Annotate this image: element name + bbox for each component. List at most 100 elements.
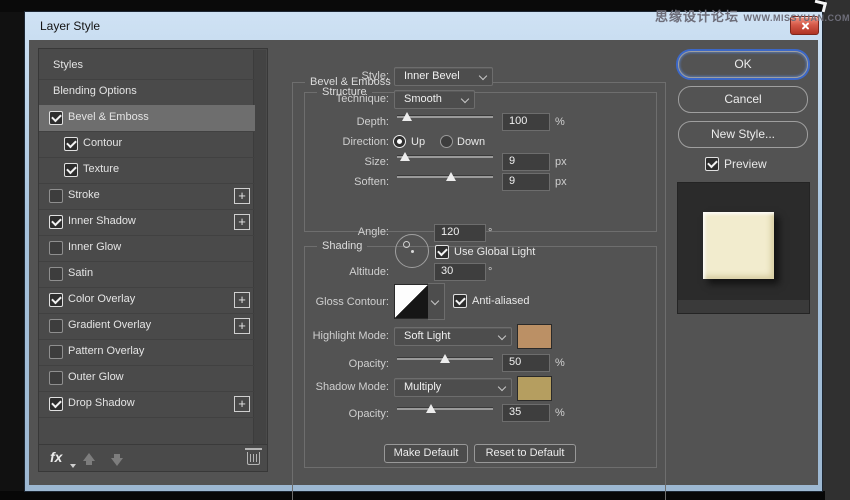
add-effect-icon[interactable]: + xyxy=(234,318,250,334)
soften-input[interactable]: 9 xyxy=(502,173,550,191)
depth-label: Depth: xyxy=(297,116,389,128)
highlight-opacity-input[interactable]: 50 xyxy=(502,354,550,372)
dial-angle-marker xyxy=(403,241,410,248)
direction-up-label: Up xyxy=(411,136,425,148)
angle-dial[interactable] xyxy=(395,234,429,268)
altitude-input[interactable]: 30 xyxy=(434,263,486,281)
slider-track xyxy=(397,407,493,410)
sidebar-item-color-overlay[interactable]: Color Overlay+ xyxy=(39,287,255,314)
sidebar-item-drop-shadow[interactable]: Drop Shadow + xyxy=(39,391,255,418)
new-style-button[interactable]: New Style... xyxy=(678,121,808,148)
shadow-mode-dropdown[interactable]: Multiply xyxy=(394,378,512,397)
slider-thumb[interactable] xyxy=(426,404,436,413)
move-effect-up-icon[interactable] xyxy=(83,453,95,461)
slider-track xyxy=(397,155,493,158)
fx-caret-icon xyxy=(70,464,76,468)
sidebar-item-gradient-overlay[interactable]: Gradient Overlay+ xyxy=(39,313,255,340)
effect-checkbox[interactable] xyxy=(49,293,63,307)
style-value: Inner Bevel xyxy=(404,70,460,82)
sidebar-item-label: Stroke xyxy=(68,189,100,201)
slider-thumb[interactable] xyxy=(446,172,456,181)
technique-dropdown[interactable]: Smooth xyxy=(394,90,475,109)
effect-checkbox[interactable] xyxy=(64,163,78,177)
effect-checkbox[interactable] xyxy=(64,137,78,151)
gloss-contour-dropdown[interactable] xyxy=(428,283,445,320)
sidebar-item-blending-options[interactable]: Blending Options xyxy=(39,79,255,106)
effects-toolbar: fx xyxy=(39,444,267,473)
add-effect-icon[interactable]: + xyxy=(234,396,250,412)
slider-thumb[interactable] xyxy=(400,152,410,161)
depth-slider[interactable] xyxy=(397,110,493,124)
shadow-opacity-input[interactable]: 35 xyxy=(502,404,550,422)
add-effect-icon[interactable]: + xyxy=(234,292,250,308)
ok-button[interactable]: OK xyxy=(678,51,808,78)
cancel-button[interactable]: Cancel xyxy=(678,86,808,113)
sidebar-item-inner-shadow[interactable]: Inner Shadow+ xyxy=(39,209,255,236)
style-label: Style: xyxy=(297,70,389,82)
sidebar-item-outer-glow[interactable]: Outer Glow xyxy=(39,365,255,392)
direction-label: Direction: xyxy=(297,136,389,148)
style-dropdown[interactable]: Inner Bevel xyxy=(394,67,493,86)
effect-checkbox[interactable] xyxy=(49,345,63,359)
effect-checkbox[interactable] xyxy=(49,111,63,125)
direction-down-radio[interactable] xyxy=(440,135,453,148)
make-default-button[interactable]: Make Default xyxy=(384,444,468,463)
gloss-contour-thumbnail[interactable] xyxy=(394,284,429,319)
sidebar-item-inner-glow[interactable]: Inner Glow xyxy=(39,235,255,262)
slider-thumb[interactable] xyxy=(402,112,412,121)
size-slider[interactable] xyxy=(397,150,493,164)
watermark-en: WWW.MISSYUAN.COM xyxy=(743,13,850,23)
sidebar-item-satin[interactable]: Satin xyxy=(39,261,255,288)
shadow-opacity-slider[interactable] xyxy=(397,402,493,416)
effect-checkbox[interactable] xyxy=(49,319,63,333)
size-input[interactable]: 9 xyxy=(502,153,550,171)
effect-checkbox[interactable] xyxy=(49,397,63,411)
highlight-mode-value: Soft Light xyxy=(404,330,450,342)
slider-thumb[interactable] xyxy=(440,354,450,363)
effect-checkbox[interactable] xyxy=(49,371,63,385)
highlight-opacity-slider[interactable] xyxy=(397,352,493,366)
add-effect-icon[interactable]: + xyxy=(234,214,250,230)
opacity1-label: Opacity: xyxy=(297,358,389,370)
soften-slider[interactable] xyxy=(397,170,493,184)
anti-aliased-checkbox[interactable] xyxy=(453,294,467,308)
sidebar-item-label: Drop Shadow xyxy=(68,397,135,409)
effect-checkbox[interactable] xyxy=(49,241,63,255)
angle-input[interactable]: 120 xyxy=(434,224,486,242)
opacity1-unit: % xyxy=(555,357,565,369)
sidebar-item-contour[interactable]: Contour xyxy=(39,131,255,158)
highlight-mode-dropdown[interactable]: Soft Light xyxy=(394,327,512,346)
sidebar-item-stroke[interactable]: Stroke + xyxy=(39,183,255,210)
depth-input[interactable]: 100 xyxy=(502,113,550,131)
direction-down-label: Down xyxy=(457,136,485,148)
gloss-contour-label: Gloss Contour: xyxy=(297,296,389,308)
sidebar-item-bevel-emboss[interactable]: Bevel & Emboss xyxy=(39,105,255,132)
sidebar-item-label: Inner Glow xyxy=(68,241,121,253)
add-effect-icon[interactable]: + xyxy=(234,188,250,204)
move-effect-down-icon[interactable] xyxy=(111,458,123,466)
reset-to-default-button[interactable]: Reset to Default xyxy=(474,444,576,463)
sidebar-item-texture[interactable]: Texture xyxy=(39,157,255,184)
fx-menu-button[interactable]: fx xyxy=(50,449,62,465)
shadow-color-swatch[interactable] xyxy=(517,376,552,401)
effect-checkbox[interactable] xyxy=(49,215,63,229)
use-global-light-checkbox[interactable] xyxy=(435,245,449,259)
effect-checkbox[interactable] xyxy=(49,267,63,281)
effect-checkbox[interactable] xyxy=(49,189,63,203)
dialog-title: Layer Style xyxy=(40,19,100,33)
sidebar-item-pattern-overlay[interactable]: Pattern Overlay xyxy=(39,339,255,366)
opacity2-unit: % xyxy=(555,407,565,419)
preview-style-chip xyxy=(703,212,774,279)
sidebar-item-label: Outer Glow xyxy=(68,371,124,383)
preview-checkbox[interactable] xyxy=(705,157,719,171)
desktop-strip-right xyxy=(825,0,850,500)
chevron-down-icon xyxy=(431,297,439,305)
highlight-color-swatch[interactable] xyxy=(517,324,552,349)
delete-effect-icon[interactable] xyxy=(247,452,260,465)
shadow-mode-label: Shadow Mode: xyxy=(297,381,389,393)
direction-up-radio[interactable] xyxy=(393,135,406,148)
sidebar-item-styles[interactable]: Styles xyxy=(39,53,255,80)
anti-aliased-label: Anti-aliased xyxy=(472,295,529,307)
depth-unit: % xyxy=(555,116,565,128)
layer-style-dialog: Layer Style fx StylesBlending OptionsBev… xyxy=(25,12,822,491)
